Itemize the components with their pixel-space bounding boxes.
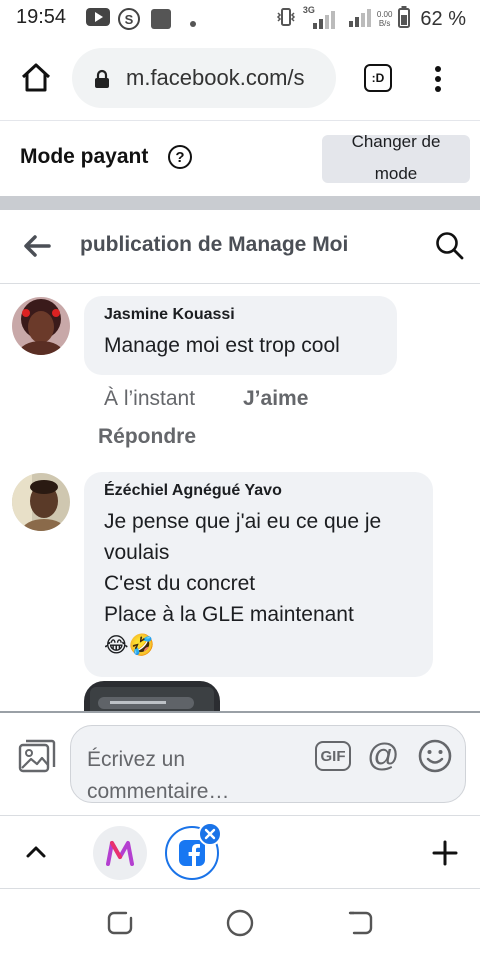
like-button[interactable]: J’aime xyxy=(243,387,308,411)
comment-input-placeholder-line2: commentaire… xyxy=(87,780,230,803)
comment-text-line: voulais xyxy=(104,541,170,564)
status-bar: 19:54 S 3G 0.00 B/s 62 % xyxy=(0,0,480,38)
system-navigation-bar xyxy=(0,889,480,960)
lock-icon xyxy=(94,69,110,94)
avatar-jasmine[interactable] xyxy=(12,297,70,355)
browser-tab-bar xyxy=(0,815,480,889)
tab-manage-moi[interactable] xyxy=(93,826,147,880)
net-speed-value: 0.00 xyxy=(376,10,393,19)
back-nav-icon[interactable] xyxy=(346,909,374,942)
help-icon[interactable]: ? xyxy=(168,145,192,169)
home-icon[interactable] xyxy=(18,60,54,96)
network-type-label: 3G xyxy=(302,5,315,15)
signal-3g-icon: 3G xyxy=(302,5,341,31)
comment-text: Manage moi est trop cool xyxy=(104,334,340,357)
page-title: publication de Manage Moi xyxy=(80,233,349,256)
svg-text:S: S xyxy=(125,12,134,27)
home-nav-icon[interactable] xyxy=(226,909,254,942)
emoji-icon[interactable] xyxy=(417,738,453,779)
page-header: publication de Manage Moi xyxy=(0,210,480,284)
shazam-icon: S xyxy=(118,8,140,35)
battery-percent: 62 % xyxy=(420,7,466,30)
comment-input[interactable]: Écrivez un commentaire… GIF @ xyxy=(70,725,466,803)
mode-title: Mode payant xyxy=(20,145,149,168)
reply-button[interactable]: Répondre xyxy=(98,425,196,449)
comment-emoji: 😂🤣 xyxy=(104,634,155,657)
chevron-up-icon[interactable] xyxy=(24,840,48,869)
back-arrow-icon[interactable] xyxy=(22,232,52,265)
comment-text-line: Place à la GLE maintenant xyxy=(104,603,354,626)
comment-timestamp: À l’instant xyxy=(104,387,196,410)
tab-switcher-button[interactable]: :D xyxy=(364,64,392,92)
browser-toolbar: m.facebook.com/s :D xyxy=(0,38,480,120)
comment-input-placeholder[interactable]: Écrivez un commentaire… xyxy=(87,744,317,808)
battery-icon xyxy=(398,5,411,33)
app-notification-icon xyxy=(150,8,172,35)
comment-author[interactable]: Ézéchiel Agnégué Yavo xyxy=(104,482,413,500)
youtube-icon xyxy=(86,8,110,31)
signal-icon xyxy=(347,6,371,33)
comment-text-line: C'est du concret xyxy=(104,572,256,595)
comments-list: Jasmine Kouassi Manage moi est trop cool… xyxy=(0,285,480,711)
change-mode-button[interactable]: Changer de mode xyxy=(322,132,470,183)
change-mode-label-line1: Changer de xyxy=(351,132,441,151)
new-tab-plus-icon[interactable] xyxy=(432,840,458,871)
search-icon[interactable] xyxy=(434,230,466,267)
mode-bar: Mode payant ? Changer de mode xyxy=(0,120,480,196)
section-divider xyxy=(0,196,480,210)
net-speed: 0.00 B/s xyxy=(377,10,393,28)
vibrate-icon xyxy=(275,7,297,32)
url-text[interactable]: m.facebook.com/s xyxy=(126,65,305,91)
avatar-ezechiel[interactable] xyxy=(12,473,70,531)
photo-icon[interactable] xyxy=(18,739,56,780)
recent-apps-icon[interactable] xyxy=(106,909,134,942)
more-notifications-dot-icon xyxy=(190,14,196,32)
comment-text-line: Je pense que j'ai eu ce que je xyxy=(104,510,382,533)
attached-screenshot-thumbnail[interactable] xyxy=(84,681,220,711)
comment-input-placeholder-line1: Écrivez un xyxy=(87,748,186,771)
status-time: 19:54 xyxy=(16,6,67,28)
change-mode-label-line2: mode xyxy=(374,164,418,183)
mention-button[interactable]: @ xyxy=(367,738,399,772)
close-tab-icon[interactable] xyxy=(198,822,222,846)
gif-button[interactable]: GIF xyxy=(315,741,351,771)
comment-bubble[interactable]: Jasmine Kouassi Manage moi est trop cool xyxy=(84,296,397,375)
comment-author[interactable]: Jasmine Kouassi xyxy=(104,306,377,324)
comment-composer: Écrivez un commentaire… GIF @ xyxy=(0,711,480,815)
url-bar[interactable]: m.facebook.com/s xyxy=(72,48,336,108)
more-options-icon[interactable] xyxy=(426,62,450,96)
net-speed-unit: B/s xyxy=(378,19,391,28)
comment-bubble[interactable]: Ézéchiel Agnégué Yavo Je pense que j'ai … xyxy=(84,472,433,677)
